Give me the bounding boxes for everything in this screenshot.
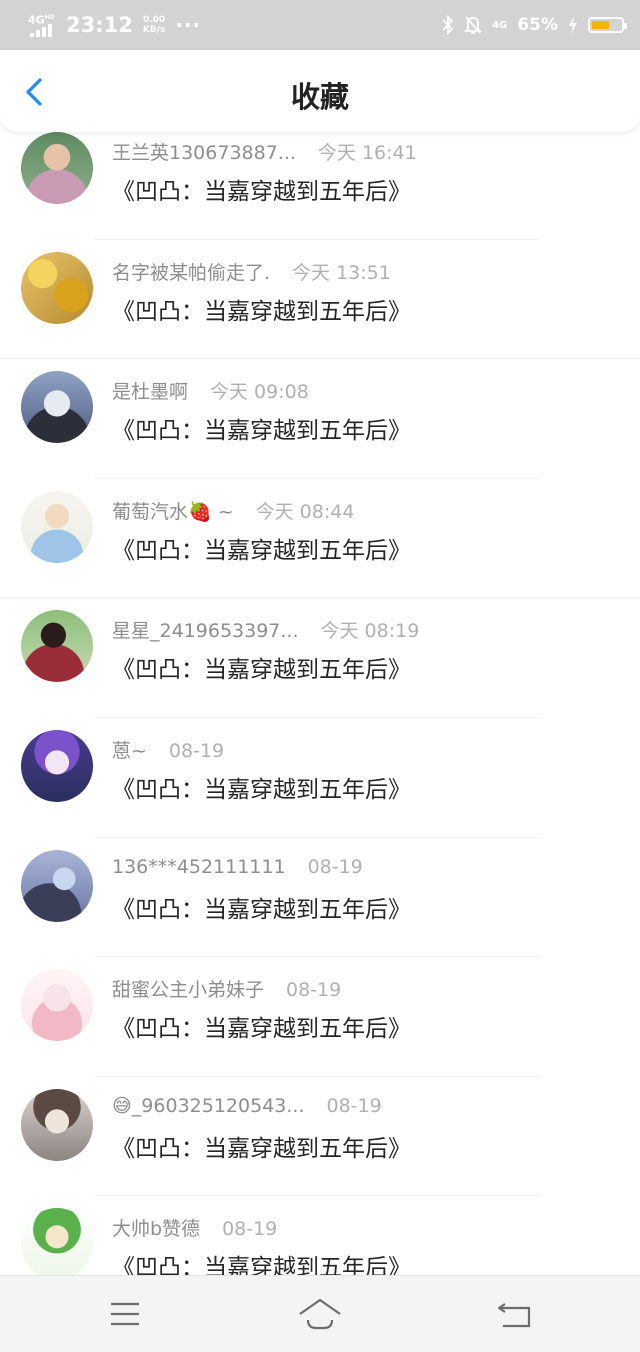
avatar[interactable] (21, 729, 93, 802)
user-name[interactable]: 😅_960325120543... (112, 1095, 305, 1117)
favorite-meta: 葡萄汽水🍓 ~ 今天 08:44 (112, 497, 354, 524)
work-title[interactable]: 《凹凸：当嘉穿越到五年后》 (112, 1129, 411, 1163)
user-name[interactable]: 星星_2419653397... (112, 620, 299, 642)
favorites-list[interactable]: 王兰英130673887... 今天 16:41 《凹凸：当嘉穿越到五年后》 名字被某… (0, 132, 640, 1275)
favorite-item[interactable]: 名字被某帕偷走了. 今天 13:51 《凹凸：当嘉穿越到五年后》 (0, 240, 640, 360)
favorite-time: 今天 09:08 (210, 381, 309, 404)
favorite-item[interactable]: 甜蜜公主小弟妹子 08-19 《凹凸：当嘉穿越到五年后》 (0, 957, 640, 1077)
favorite-item[interactable]: 星星_2419653397... 今天 08:19 《凹凸：当嘉穿越到五年后》 (0, 598, 640, 718)
battery-icon (588, 17, 627, 33)
menu-icon (111, 1302, 139, 1326)
speed-unit: KB/s (142, 25, 166, 35)
favorite-item[interactable]: 蒽~ 08-19 《凹凸：当嘉穿越到五年后》 (0, 718, 640, 838)
user-name[interactable]: 大帅b赞德 (112, 1218, 200, 1240)
user-name[interactable]: 136***452111111 (112, 856, 286, 878)
work-title[interactable]: 《凹凸：当嘉穿越到五年后》 (112, 770, 411, 804)
user-name[interactable]: 甜蜜公主小弟妹子 (112, 979, 264, 1001)
work-title[interactable]: 《凹凸：当嘉穿越到五年后》 (112, 650, 411, 684)
user-name[interactable]: 蒽~ (112, 740, 147, 762)
status-bar: 4GHD 23:12 0.00 KB/s ··· 4G 65% (0, 0, 640, 50)
avatar[interactable] (21, 849, 93, 922)
favorite-time: 今天 08:44 (255, 500, 355, 523)
work-title[interactable]: 《凹凸：当嘉穿越到五年后》 (112, 172, 411, 206)
network-speed: 0.00 KB/s (143, 15, 165, 35)
favorite-meta: 😅_960325120543... 08-19 (112, 1095, 382, 1117)
page-title: 收藏 (290, 80, 349, 114)
more-notifications-icon: ··· (175, 13, 202, 37)
favorite-time: 08-19 (307, 855, 363, 878)
avatar[interactable] (21, 371, 93, 444)
favorite-time: 今天 08:19 (320, 620, 420, 643)
favorite-time: 08-19 (326, 1094, 382, 1117)
favorite-time: 08-19 (222, 1218, 278, 1241)
charging-icon (569, 16, 577, 34)
nav-bar: 收藏 (0, 50, 640, 132)
clock: 23:12 (66, 13, 133, 37)
avatar[interactable] (21, 1088, 93, 1161)
battery-percent: 65% (517, 15, 558, 35)
notifications-muted-icon (464, 16, 483, 34)
speed-value: 0.00 (142, 15, 166, 25)
favorite-item[interactable]: 是杜墨啊 今天 09:08 《凹凸：当嘉穿越到五年后》 (0, 359, 640, 479)
favorite-time: 08-19 (168, 739, 225, 762)
favorite-item[interactable]: 136***452111111 08-19 《凹凸：当嘉穿越到五年后》 (0, 838, 640, 958)
network-sup: HD (44, 14, 55, 21)
favorite-item[interactable]: 王兰英130673887... 今天 16:41 《凹凸：当嘉穿越到五年后》 (0, 132, 640, 240)
avatar[interactable] (21, 610, 93, 683)
bluetooth-icon (442, 15, 454, 35)
favorite-time: 08-19 (286, 979, 342, 1002)
home-icon (299, 1298, 341, 1330)
favorite-item[interactable]: 大帅b赞德 08-19 《凹凸：当嘉穿越到五年后》 (0, 1196, 640, 1275)
favorite-time: 今天 13:51 (292, 261, 391, 284)
system-nav-bar (0, 1275, 640, 1352)
work-title[interactable]: 《凹凸：当嘉穿越到五年后》 (112, 411, 411, 445)
work-title[interactable]: 《凹凸：当嘉穿越到五年后》 (112, 1248, 411, 1275)
favorite-meta: 是杜墨啊 今天 09:08 (112, 377, 309, 404)
favorite-meta: 名字被某帕偷走了. 今天 13:51 (112, 258, 391, 285)
return-button[interactable] (491, 1294, 539, 1334)
return-icon (497, 1303, 531, 1328)
favorite-meta: 甜蜜公主小弟妹子 08-19 (112, 975, 341, 1002)
menu-button[interactable] (101, 1294, 149, 1334)
favorite-item[interactable]: 葡萄汽水🍓 ~ 今天 08:44 《凹凸：当嘉穿越到五年后》 (0, 479, 640, 599)
favorite-time: 今天 16:41 (317, 142, 417, 164)
favorite-meta: 星星_2419653397... 今天 08:19 (112, 616, 419, 643)
work-title[interactable]: 《凹凸：当嘉穿越到五年后》 (112, 292, 411, 326)
avatar[interactable] (21, 490, 93, 563)
work-title[interactable]: 《凹凸：当嘉穿越到五年后》 (112, 890, 411, 924)
favorite-item[interactable]: 😅_960325120543... 08-19 《凹凸：当嘉穿越到五年后》 (0, 1077, 640, 1197)
avatar[interactable] (21, 251, 93, 324)
user-name[interactable]: 葡萄汽水🍓 ~ (112, 501, 234, 523)
user-name[interactable]: 是杜墨啊 (112, 381, 188, 403)
data-type: 4G (492, 19, 508, 31)
work-title[interactable]: 《凹凸：当嘉穿越到五年后》 (112, 1009, 411, 1043)
favorite-meta: 136***452111111 08-19 (112, 856, 363, 878)
home-button[interactable] (296, 1294, 344, 1334)
user-name[interactable]: 王兰英130673887... (112, 142, 296, 164)
avatar[interactable] (21, 132, 93, 204)
avatar[interactable] (21, 1208, 93, 1275)
avatar[interactable] (21, 969, 93, 1042)
signal-icon: 4GHD (28, 11, 62, 39)
favorite-meta: 蒽~ 08-19 (112, 736, 224, 763)
work-title[interactable]: 《凹凸：当嘉穿越到五年后》 (112, 531, 411, 565)
user-name[interactable]: 名字被某帕偷走了. (112, 262, 270, 284)
favorite-meta: 王兰英130673887... 今天 16:41 (112, 138, 417, 165)
favorite-meta: 大帅b赞德 08-19 (112, 1214, 277, 1241)
